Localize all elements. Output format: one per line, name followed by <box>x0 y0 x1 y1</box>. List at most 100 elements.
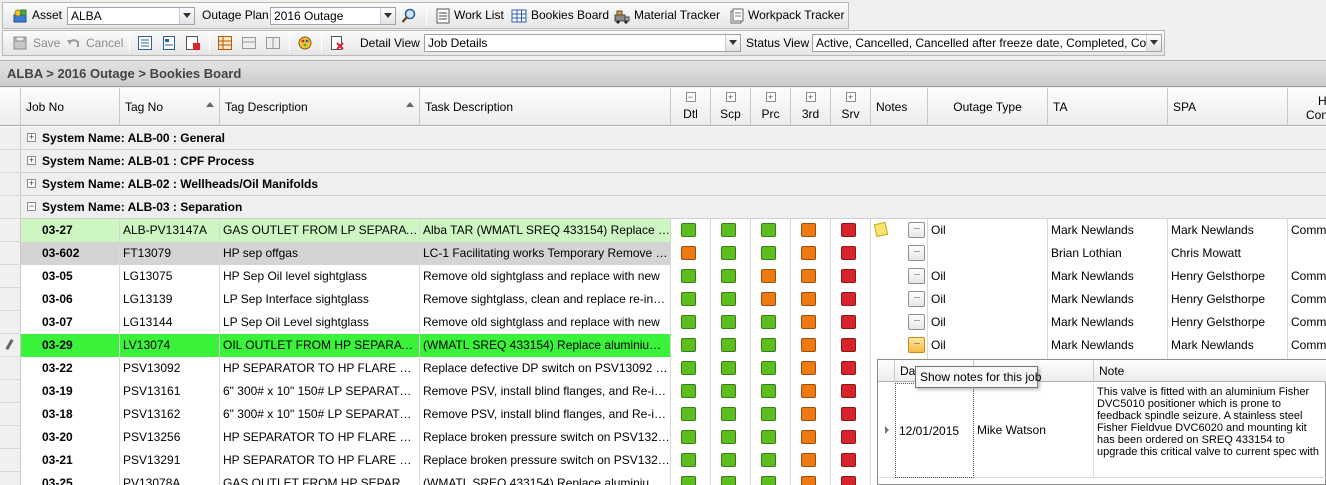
status-indicator[interactable] <box>841 384 856 398</box>
ta-cell[interactable]: Mark Newlands <box>1048 311 1168 334</box>
tag-description-cell[interactable]: LP Sep Interface sightglass <box>220 288 420 311</box>
cons-cell[interactable]: Comme <box>1288 288 1326 311</box>
outage-type-cell[interactable] <box>928 242 1048 265</box>
detail-view-icon[interactable] <box>161 35 177 51</box>
delete-icon[interactable] <box>329 35 345 51</box>
table-row[interactable]: 03-06 LG13139 LP Sep Interface sightglass R… <box>0 288 1326 311</box>
status-indicator[interactable] <box>801 384 816 398</box>
task-description-cell[interactable]: Remove old sightglass and replace with n… <box>420 311 671 334</box>
status-cell[interactable] <box>751 334 791 357</box>
tag-no-cell[interactable]: LG13075 <box>120 265 220 288</box>
status-cell[interactable] <box>751 311 791 334</box>
grid-layout-icon[interactable] <box>217 35 233 51</box>
status-indicator[interactable] <box>761 361 776 375</box>
workpack-tracker-icon[interactable] <box>729 8 745 24</box>
status-indicator[interactable] <box>761 384 776 398</box>
status-indicator[interactable] <box>721 223 736 237</box>
status-indicator[interactable] <box>841 315 856 329</box>
notes-column-note[interactable]: Note <box>1094 360 1326 382</box>
status-cell[interactable] <box>751 288 791 311</box>
work-list-icon[interactable] <box>435 8 451 24</box>
status-indicator[interactable] <box>801 430 816 444</box>
status-cell[interactable] <box>831 449 871 472</box>
status-indicator[interactable] <box>681 269 696 283</box>
tag-description-cell[interactable]: HP SEPARATOR TO HP FLARE HEADER <box>220 449 420 472</box>
status-cell[interactable] <box>831 288 871 311</box>
status-indicator[interactable] <box>801 407 816 421</box>
expand-icon[interactable]: + <box>725 92 736 102</box>
table-row[interactable]: 03-29 LV13074 OIL OUTLET FROM HP SEPARATOR… <box>0 334 1326 357</box>
status-cell[interactable] <box>711 288 751 311</box>
task-description-cell[interactable]: Remove PSV, install blind flanges, and R… <box>420 380 671 403</box>
status-cell[interactable] <box>711 242 751 265</box>
status-indicator[interactable] <box>801 292 816 306</box>
status-indicator[interactable] <box>681 453 696 467</box>
status-indicator[interactable] <box>841 292 856 306</box>
column-header-spa[interactable]: SPA <box>1168 88 1288 126</box>
row-selector[interactable] <box>0 265 21 287</box>
table-row[interactable]: 03-05 LG13075 HP Sep Oil level sightglass R… <box>0 265 1326 288</box>
column-header-cons[interactable]: H Cons <box>1288 88 1326 126</box>
status-cell[interactable] <box>671 380 711 403</box>
outage-plan-select[interactable]: 2016 Outage <box>270 7 396 25</box>
tag-no-cell[interactable]: FT13079 <box>120 242 220 265</box>
job-no-cell[interactable]: 03-07 <box>21 311 120 334</box>
show-notes-button[interactable]: ··· <box>908 245 925 261</box>
row-selector[interactable] <box>0 219 21 241</box>
cancel-button[interactable]: Cancel <box>86 36 123 50</box>
task-description-cell[interactable]: Replace broken pressure switch on PSV132… <box>420 449 671 472</box>
notes-cell[interactable]: ··· <box>871 334 928 357</box>
job-no-cell[interactable]: 03-18 <box>21 403 120 426</box>
status-indicator[interactable] <box>681 315 696 329</box>
status-indicator[interactable] <box>761 407 776 421</box>
status-indicator[interactable] <box>801 315 816 329</box>
group-row[interactable]: + System Name: ALB-01 : CPF Process <box>0 150 1326 173</box>
status-cell[interactable] <box>751 472 791 485</box>
outage-type-cell[interactable]: Oil <box>928 311 1048 334</box>
column-header-tag-no[interactable]: Tag No <box>120 88 220 126</box>
status-cell[interactable] <box>671 403 711 426</box>
chevron-down-icon[interactable] <box>179 8 194 24</box>
job-no-cell[interactable]: 03-22 <box>21 357 120 380</box>
status-indicator[interactable] <box>681 246 696 260</box>
job-no-cell[interactable]: 03-20 <box>21 426 120 449</box>
outage-type-cell[interactable]: Oil <box>928 288 1048 311</box>
status-cell[interactable] <box>671 472 711 485</box>
status-indicator[interactable] <box>721 315 736 329</box>
column-header-3rd[interactable]: +3rd <box>791 88 831 126</box>
tag-no-cell[interactable]: PSV13162 <box>120 403 220 426</box>
column-header-job-no[interactable]: Job No <box>21 88 120 126</box>
column-header-srv[interactable]: + Srv <box>831 88 871 126</box>
group-rows-icon[interactable] <box>241 35 257 51</box>
cons-cell[interactable]: Comme <box>1288 219 1326 242</box>
status-indicator[interactable] <box>841 361 856 375</box>
status-indicator[interactable] <box>681 384 696 398</box>
tag-no-cell[interactable]: PSV13092 <box>120 357 220 380</box>
show-notes-button[interactable]: ··· <box>908 222 925 238</box>
column-header-ta[interactable]: TA <box>1048 88 1168 126</box>
tag-no-cell[interactable]: ALB-PV13147A <box>120 219 220 242</box>
status-indicator[interactable] <box>681 476 696 485</box>
status-indicator[interactable] <box>681 407 696 421</box>
tag-description-cell[interactable]: OIL OUTLET FROM HP SEPARATOR <box>220 334 420 357</box>
collapse-icon[interactable]: − <box>27 202 36 211</box>
status-cell[interactable] <box>671 334 711 357</box>
bookies-board-icon[interactable] <box>511 8 527 24</box>
status-indicator[interactable] <box>721 361 736 375</box>
status-indicator[interactable] <box>681 430 696 444</box>
ta-cell[interactable]: Mark Newlands <box>1048 334 1168 357</box>
tag-no-cell[interactable]: LG13139 <box>120 288 220 311</box>
show-notes-button[interactable]: ··· <box>908 337 925 353</box>
job-no-cell[interactable]: 03-29 <box>21 334 120 357</box>
status-cell[interactable] <box>791 219 831 242</box>
table-row[interactable]: 03-27 ALB-PV13147A GAS OUTLET FROM LP SEPA… <box>0 219 1326 242</box>
status-indicator[interactable] <box>761 338 776 352</box>
outage-type-cell[interactable]: Oil <box>928 265 1048 288</box>
row-selector[interactable] <box>0 403 21 425</box>
job-no-cell[interactable]: 03-25 <box>21 472 120 485</box>
spa-cell[interactable]: Mark Newlands <box>1168 334 1288 357</box>
status-cell[interactable] <box>831 403 871 426</box>
status-indicator[interactable] <box>761 476 776 485</box>
spa-cell[interactable]: Henry Gelsthorpe <box>1168 265 1288 288</box>
status-indicator[interactable] <box>801 361 816 375</box>
